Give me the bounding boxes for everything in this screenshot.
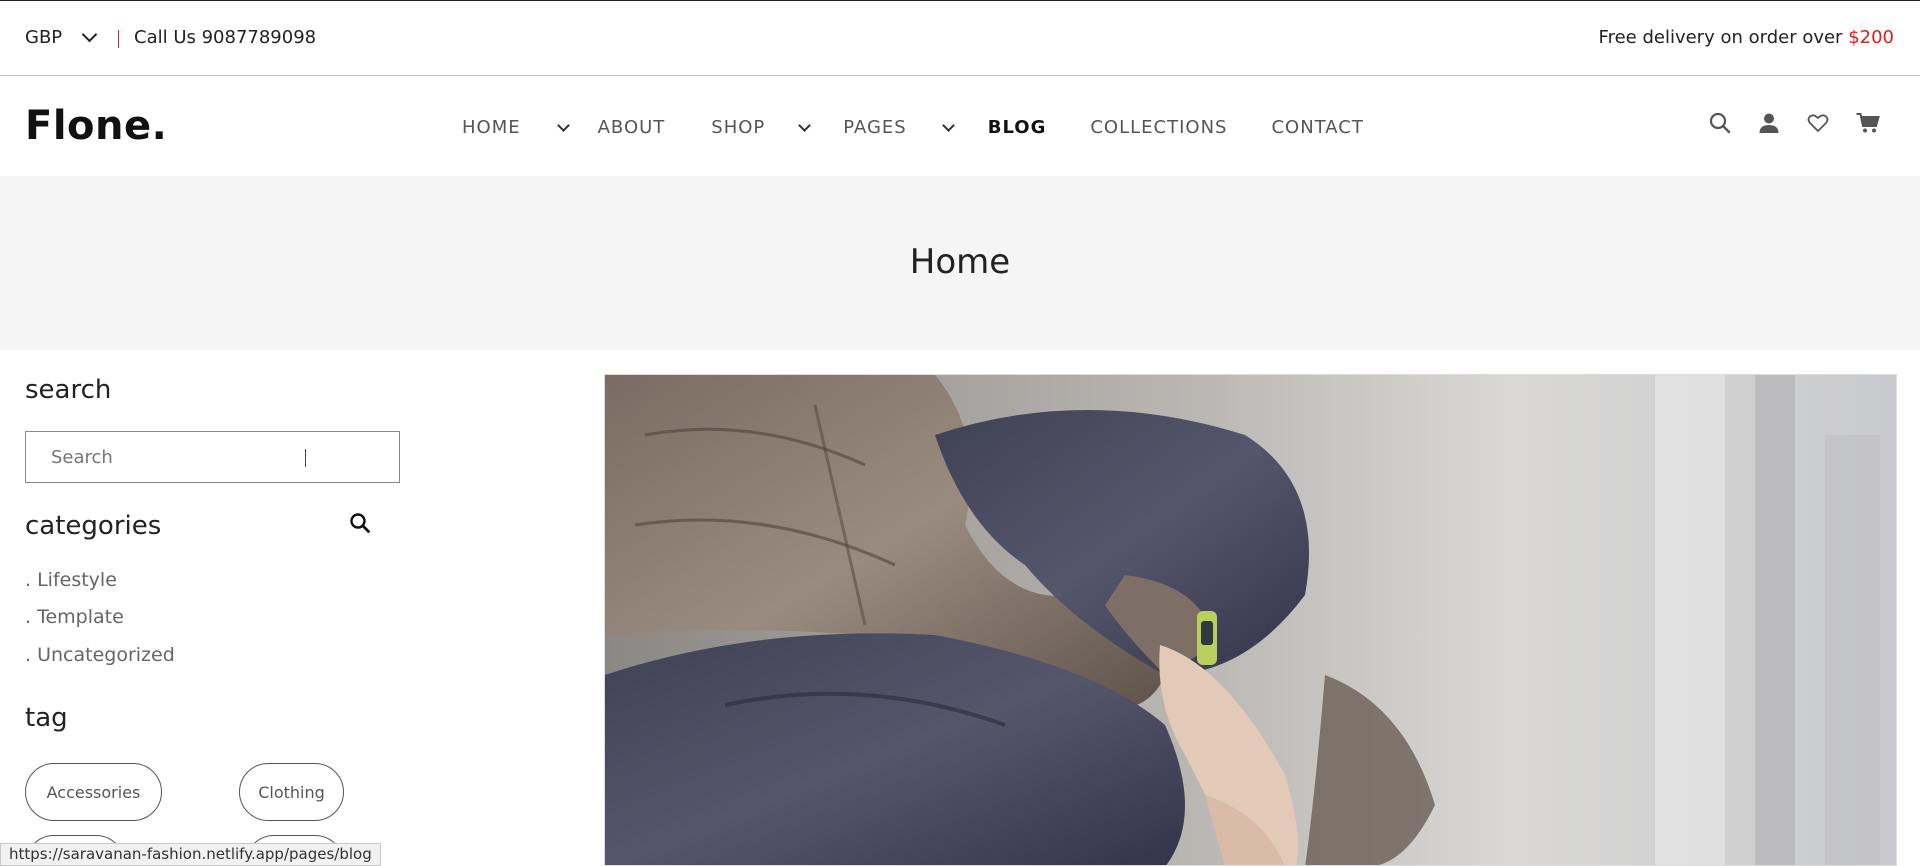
heart-icon[interactable] — [1807, 112, 1829, 138]
page-banner: Home — [0, 176, 1920, 350]
tag-heading: tag — [25, 703, 68, 733]
currency-label: GBP — [25, 27, 63, 48]
category-link-template[interactable]: . Template — [25, 606, 124, 628]
category-link-uncategorized[interactable]: . Uncategorized — [25, 644, 175, 666]
nav-item-about[interactable]: ABOUT — [598, 117, 666, 138]
nav-item-home[interactable]: HOME — [462, 117, 570, 138]
call-us-text: Call Us 9087789098 — [134, 27, 317, 48]
nav-item-contact[interactable]: CONTACT — [1271, 117, 1363, 138]
category-link-lifestyle[interactable]: . Lifestyle — [25, 569, 117, 591]
nav-label: COLLECTIONS — [1090, 117, 1228, 138]
tag-clothing[interactable]: Clothing — [239, 763, 344, 821]
search-form — [25, 431, 400, 483]
currency-selector[interactable]: GBP — [25, 26, 98, 48]
nav-label: SHOP — [711, 117, 766, 138]
free-delivery-promo: Free delivery on order over $200 — [1599, 27, 1894, 48]
main-header: Flone. HOME ABOUT SHOP PAGES BLOG COLLEC… — [0, 76, 1920, 176]
search-heading: search — [25, 375, 112, 405]
chevron-down-icon[interactable] — [798, 118, 812, 132]
search-input[interactable] — [26, 432, 276, 482]
nav-item-collections[interactable]: COLLECTIONS — [1090, 117, 1227, 138]
tag-accessories[interactable]: Accessories — [25, 763, 162, 821]
nav-item-blog[interactable]: BLOG — [988, 117, 1047, 138]
cart-icon[interactable] — [1856, 112, 1880, 138]
chevron-down-icon[interactable] — [941, 118, 955, 132]
site-logo[interactable]: Flone. — [25, 103, 167, 149]
page-title: Home — [909, 242, 1011, 282]
chevron-down-icon[interactable] — [556, 118, 570, 132]
main-nav: HOME ABOUT SHOP PAGES BLOG COLLECTIONS C… — [462, 117, 1364, 138]
categories-heading: categories — [25, 511, 162, 541]
status-bar-url: https://saravanan-fashion.netlify.app/pa… — [0, 843, 381, 866]
blog-photo — [605, 375, 1896, 865]
header-actions — [1682, 112, 1880, 138]
divider — [118, 30, 119, 48]
user-icon[interactable] — [1758, 112, 1780, 138]
text-cursor — [305, 449, 306, 467]
top-bar: GBP Call Us 9087789098 Free delivery on … — [0, 0, 1920, 76]
nav-label: BLOG — [987, 117, 1047, 138]
promo-price: $200 — [1848, 27, 1894, 48]
nav-label: HOME — [462, 117, 521, 138]
nav-item-pages[interactable]: PAGES — [843, 117, 955, 138]
nav-label: CONTACT — [1271, 117, 1364, 138]
blog-post-image[interactable] — [604, 374, 1897, 866]
nav-item-shop[interactable]: SHOP — [711, 117, 812, 138]
chevron-down-icon — [81, 26, 98, 43]
nav-label: ABOUT — [597, 117, 666, 138]
promo-text: Free delivery on order over — [1598, 27, 1849, 48]
nav-label: PAGES — [843, 117, 907, 138]
search-icon — [350, 513, 370, 533]
search-icon[interactable] — [1709, 112, 1731, 138]
search-button[interactable] — [349, 512, 371, 538]
